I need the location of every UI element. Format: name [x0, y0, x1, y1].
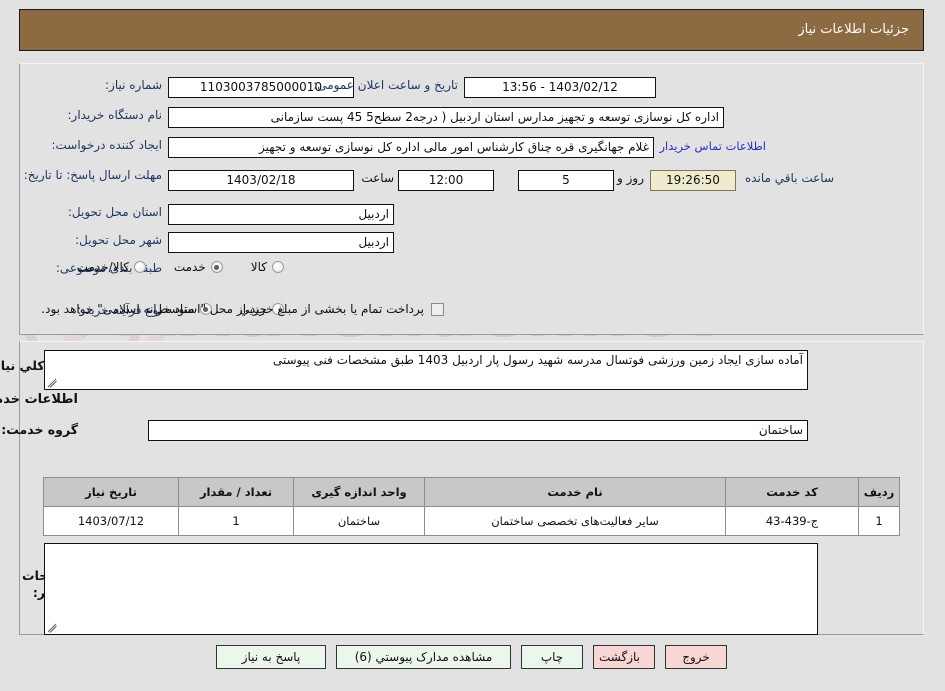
field-public-announce: تاریخ و ساعت اعلان عمومی:: [314, 78, 459, 92]
province-input[interactable]: اردبیل: [169, 204, 395, 225]
buyer-contact-link[interactable]: اطلاعات تماس خریدار: [660, 139, 767, 153]
radio-label: خدمت: [174, 260, 207, 274]
field-buyer-org: نام دستگاه خریدار:: [69, 108, 164, 122]
services-heading: اطلاعات خدمات مورد نیاز: [0, 392, 79, 407]
deadline-label: مهلت ارسال پاسخ: تا تاریخ:: [24, 168, 163, 182]
td-service-name: سایر فعالیت‌های تخصصی ساختمان: [425, 506, 727, 536]
th-service-code: کد خدمت: [726, 477, 860, 507]
remaining-label: ساعت باقي مانده: [745, 171, 835, 185]
payment-note-wrap: پرداخت تمام یا بخشی از مبلغ خرید،از محل …: [42, 302, 445, 316]
radio-label: کالا: [251, 260, 268, 274]
td-service-code: ج-439-43: [726, 506, 860, 536]
service-group-input-wrap: ساختمان: [149, 420, 809, 441]
field-need-number: شماره نیاز:: [106, 78, 163, 92]
td-row-index: 1: [859, 506, 901, 536]
field-requester: ایجاد کننده درخواست:: [52, 138, 163, 152]
province-label: استان محل تحویل:: [68, 205, 163, 219]
city-input-wrap: اردبیل: [169, 232, 395, 253]
category-radio-group: کالا خدمت کالا/خدمت: [56, 260, 285, 274]
description-textarea[interactable]: آماده سازی ایجاد زمین ورزشی فوتسال مدرسه…: [45, 350, 809, 390]
need-details-panel: [20, 63, 925, 335]
countdown-wrap: 19:26:50: [651, 170, 737, 191]
payment-note-checkbox[interactable]: [432, 302, 445, 316]
print-button[interactable]: چاپ: [522, 645, 584, 669]
view-attachments-button[interactable]: مشاهده مدارک پیوستي (6): [337, 645, 512, 669]
radio-icon[interactable]: [211, 261, 224, 273]
remaining-label-wrap: ساعت باقي مانده: [746, 171, 835, 185]
back-button[interactable]: بازگشت: [594, 645, 656, 669]
window-title-bar: جزئیات اطلاعات نیاز: [20, 9, 925, 51]
deadline-date-wrap: 1403/02/18: [169, 170, 355, 191]
payment-note-text: پرداخت تمام یا بخشی از مبلغ خرید،از محل …: [42, 302, 425, 316]
th-row-index: ردیف: [859, 477, 901, 507]
exit-button[interactable]: خروج: [666, 645, 728, 669]
city-label: شهر محل تحویل:: [76, 233, 163, 247]
services-table: ردیف کد خدمت نام خدمت واحد اندازه گیری ت…: [44, 477, 901, 536]
city-input[interactable]: اردبیل: [169, 232, 395, 253]
td-need-date: 1403/07/12: [44, 506, 180, 536]
deadline-days-input[interactable]: 5: [519, 170, 615, 191]
requester-input[interactable]: غلام جهانگیری قره چناق کارشناس امور مالی…: [169, 137, 655, 158]
services-heading-wrap: اطلاعات خدمات مورد نیاز: [0, 392, 79, 407]
buyer-org-input-wrap: اداره کل نوسازی توسعه و تجهیز مدارس استا…: [169, 107, 725, 128]
td-unit: ساختمان: [294, 506, 426, 536]
province-input-wrap: اردبیل: [169, 204, 395, 225]
field-deadline-label: مهلت ارسال پاسخ: تا تاریخ:: [25, 168, 163, 183]
countdown-timer: 19:26:50: [651, 170, 737, 191]
need-number-label: شماره نیاز:: [106, 78, 163, 92]
deadline-time-label: ساعت: [362, 171, 395, 185]
radio-label: کالا/خدمت: [77, 260, 130, 274]
th-unit: واحد اندازه گیری: [294, 477, 426, 507]
days-label-wrap: روز و: [618, 171, 645, 185]
table-row[interactable]: 1 ج-439-43 سایر فعالیت‌های تخصصی ساختمان…: [44, 506, 901, 536]
page-title: جزئیات اطلاعات نیاز: [799, 22, 910, 37]
deadline-time-wrap: 12:00: [399, 170, 495, 191]
field-province: استان محل تحویل:: [69, 205, 163, 219]
field-service-group-label: گروه خدمت:: [2, 422, 79, 437]
requester-input-wrap: غلام جهانگیری قره چناق کارشناس امور مالی…: [169, 137, 655, 158]
th-quantity: تعداد / مقدار: [179, 477, 295, 507]
radio-icon[interactable]: [273, 261, 285, 273]
buyer-notes-textarea[interactable]: [45, 543, 819, 635]
public-announce-input[interactable]: 1403/02/12 - 13:56: [465, 77, 657, 98]
deadline-time-input[interactable]: 12:00: [399, 170, 495, 191]
service-group-label: گروه خدمت:: [2, 422, 79, 437]
radio-category-khedmat[interactable]: خدمت: [175, 260, 224, 274]
th-service-name: نام خدمت: [425, 477, 727, 507]
radio-category-kala[interactable]: کالا: [252, 260, 285, 274]
field-city: شهر محل تحویل:: [76, 233, 163, 247]
radio-category-kala-khedmat[interactable]: کالا/خدمت: [78, 260, 147, 274]
action-button-bar: پاسخ به نیاز مشاهده مدارک پیوستي (6) چاپ…: [0, 645, 945, 669]
table-header-row: ردیف کد خدمت نام خدمت واحد اندازه گیری ت…: [44, 477, 901, 507]
requester-label: ایجاد کننده درخواست:: [52, 138, 163, 152]
contact-link-wrap: اطلاعات تماس خریدار: [660, 139, 767, 153]
resize-grip-icon[interactable]: [48, 623, 58, 633]
days-label: روز و: [618, 171, 645, 185]
public-announce-input-wrap: 1403/02/12 - 13:56: [465, 77, 657, 98]
description-text: آماده سازی ایجاد زمین ورزشی فوتسال مدرسه…: [273, 353, 804, 367]
td-quantity: 1: [179, 506, 295, 536]
th-need-date: تاریخ نیاز: [44, 477, 180, 507]
buyer-org-input[interactable]: اداره کل نوسازی توسعه و تجهیز مدارس استا…: [169, 107, 725, 128]
respond-to-need-button[interactable]: پاسخ به نیاز: [217, 645, 327, 669]
service-group-input[interactable]: ساختمان: [149, 420, 809, 441]
radio-icon[interactable]: [134, 261, 147, 273]
public-announce-label: تاریخ و ساعت اعلان عمومی:: [314, 78, 459, 92]
deadline-days-wrap: 5: [519, 170, 615, 191]
deadline-date-input[interactable]: 1403/02/18: [169, 170, 355, 191]
deadline-time-label-wrap: ساعت: [362, 171, 395, 185]
buyer-org-label: نام دستگاه خریدار:: [68, 108, 164, 122]
resize-grip-icon[interactable]: [48, 378, 58, 388]
